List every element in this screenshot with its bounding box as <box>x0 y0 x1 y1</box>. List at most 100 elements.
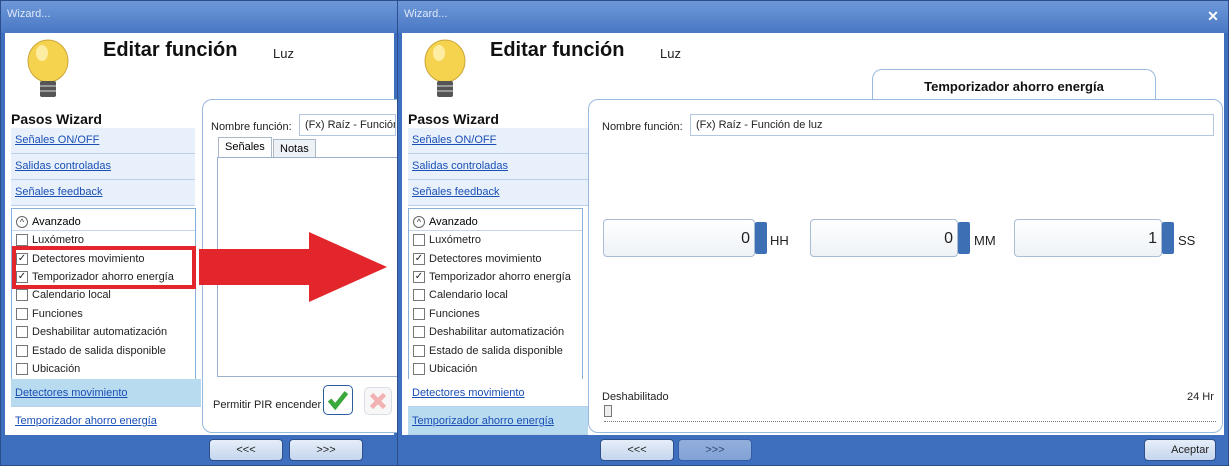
minutes-spinner-button[interactable] <box>958 222 970 254</box>
checkbox[interactable] <box>413 344 425 357</box>
advanced-option[interactable]: Deshabilitar automatización <box>12 323 195 341</box>
checkbox[interactable] <box>16 307 28 320</box>
right-step-link[interactable]: Señales ON/OFF <box>412 134 496 146</box>
left-bottom-steps: Detectores movimiento Temporizador ahorr… <box>11 379 201 435</box>
checkbox[interactable] <box>413 289 425 302</box>
left-step-feedback[interactable]: Señales feedback <box>11 180 195 206</box>
pir-reject-button[interactable] <box>364 387 392 415</box>
advanced-option[interactable]: Luxómetro <box>409 231 582 249</box>
lightbulb-icon <box>424 39 466 97</box>
minutes-input[interactable]: 0 <box>810 219 958 257</box>
right-prev-button[interactable]: <<< <box>600 439 674 461</box>
right-title-bar: Wizard... ✕ <box>398 1 1228 33</box>
left-window-title: Wizard... <box>7 8 51 20</box>
advanced-option-label: Calendario local <box>32 289 111 302</box>
advanced-option[interactable]: ✓ Detectores movimiento <box>409 249 582 267</box>
left-advanced-panel: ^ Avanzado Luxómetro ✓ Detectores movimient… <box>11 208 196 380</box>
right-step-motion[interactable]: Detectores movimiento <box>408 379 588 407</box>
checkbox[interactable] <box>413 362 425 375</box>
right-step-feedback[interactable]: Señales feedback <box>408 180 592 206</box>
right-name-label: Nombre función: <box>602 121 683 133</box>
left-red-highlight-box <box>12 246 196 289</box>
tab-senales[interactable]: Señales <box>218 137 272 157</box>
left-step-link[interactable]: Salidas controladas <box>15 160 111 172</box>
checkbox[interactable] <box>16 234 28 247</box>
advanced-option[interactable]: Estado de salida disponible <box>409 341 582 359</box>
left-name-label: Nombre función: <box>211 121 292 133</box>
x-icon <box>369 392 387 410</box>
right-next-button: >>> <box>678 439 752 461</box>
right-step-link[interactable]: Detectores movimiento <box>412 387 525 399</box>
checkbox[interactable]: ✓ <box>413 270 425 283</box>
checkbox[interactable] <box>16 344 28 357</box>
advanced-option[interactable]: Ubicación <box>409 360 582 378</box>
left-step-link[interactable]: Detectores movimiento <box>15 387 128 399</box>
advanced-option[interactable]: Funciones <box>409 305 582 323</box>
right-steps-title: Pasos Wizard <box>408 111 499 127</box>
left-step-link[interactable]: Señales ON/OFF <box>15 134 99 146</box>
advanced-option[interactable]: Calendario local <box>409 286 582 304</box>
right-header-title: Editar función <box>490 39 625 61</box>
right-advanced-header[interactable]: ^ Avanzado <box>409 209 582 231</box>
advanced-option[interactable]: Ubicación <box>12 360 195 378</box>
checkbox[interactable] <box>16 362 28 375</box>
left-title-bar: Wizard... <box>1 1 398 33</box>
left-advanced-header[interactable]: ^ Avanzado <box>12 209 195 231</box>
hours-spinner-button[interactable] <box>755 222 767 254</box>
advanced-option-label: Estado de salida disponible <box>429 344 563 357</box>
red-arrow <box>199 232 387 302</box>
right-step-link[interactable]: Temporizador ahorro energía <box>412 415 554 427</box>
collapse-up-icon[interactable]: ^ <box>413 215 425 228</box>
left-step-link[interactable]: Señales feedback <box>15 186 102 198</box>
advanced-option-label: Funciones <box>429 307 480 320</box>
checkbox[interactable] <box>16 326 28 339</box>
pir-label: Permitir PIR encender <box>213 399 322 411</box>
checkbox[interactable] <box>413 234 425 247</box>
left-step-link[interactable]: Temporizador ahorro energía <box>15 415 157 427</box>
right-step-timer[interactable]: Temporizador ahorro energía <box>408 407 588 435</box>
right-footer <box>398 435 1228 465</box>
section-tab: Temporizador ahorro energía <box>872 69 1156 99</box>
left-name-field[interactable]: (Fx) Raíz - Función <box>299 114 396 136</box>
right-step-outputs[interactable]: Salidas controladas <box>408 154 592 180</box>
right-bottom-steps: Detectores movimiento Temporizador ahorr… <box>408 379 588 435</box>
advanced-option[interactable]: Deshabilitar automatización <box>409 323 582 341</box>
left-step-on-off[interactable]: Señales ON/OFF <box>11 128 195 154</box>
tab-notas[interactable]: Notas <box>273 139 316 159</box>
advanced-option[interactable]: Funciones <box>12 305 195 323</box>
right-window-body: Editar función Luz Temporizador ahorro e… <box>402 33 1224 461</box>
left-next-button[interactable]: >>> <box>289 439 363 461</box>
collapse-up-icon[interactable]: ^ <box>16 215 28 228</box>
left-step-timer[interactable]: Temporizador ahorro energía <box>11 407 201 435</box>
advanced-option-label: Temporizador ahorro energía <box>429 270 571 283</box>
close-icon[interactable]: ✕ <box>1204 7 1222 25</box>
checkbox[interactable]: ✓ <box>413 252 425 265</box>
lightbulb-icon <box>27 39 69 97</box>
left-step-outputs[interactable]: Salidas controladas <box>11 154 195 180</box>
left-step-motion[interactable]: Detectores movimiento <box>11 379 201 407</box>
right-name-field[interactable]: (Fx) Raíz - Función de luz <box>690 114 1214 136</box>
seconds-spinner-button[interactable] <box>1162 222 1174 254</box>
seconds-unit-label: SS <box>1178 233 1196 248</box>
advanced-option-label: Ubicación <box>429 362 478 375</box>
checkbox[interactable] <box>16 289 28 302</box>
slider-min-label: Deshabilitado <box>602 391 669 403</box>
right-step-link[interactable]: Salidas controladas <box>412 160 508 172</box>
checkbox[interactable] <box>413 326 425 339</box>
time-slider-track[interactable] <box>604 410 1216 422</box>
time-slider-thumb[interactable] <box>604 405 612 417</box>
right-step-link[interactable]: Señales feedback <box>412 186 499 198</box>
left-steps-title: Pasos Wizard <box>11 111 102 127</box>
checkbox[interactable] <box>413 307 425 320</box>
accept-button[interactable]: Aceptar <box>1144 439 1216 461</box>
pir-accept-button[interactable] <box>323 385 353 415</box>
seconds-input[interactable]: 1 <box>1014 219 1162 257</box>
right-content-panel <box>588 99 1223 433</box>
advanced-option[interactable]: ✓ Temporizador ahorro energía <box>409 268 582 286</box>
right-step-on-off[interactable]: Señales ON/OFF <box>408 128 592 154</box>
advanced-option[interactable]: Estado de salida disponible <box>12 341 195 359</box>
hours-input[interactable]: 0 <box>603 219 755 257</box>
left-prev-button[interactable]: <<< <box>209 439 283 461</box>
minutes-unit-label: MM <box>974 233 996 248</box>
right-window-title: Wizard... <box>404 8 448 20</box>
